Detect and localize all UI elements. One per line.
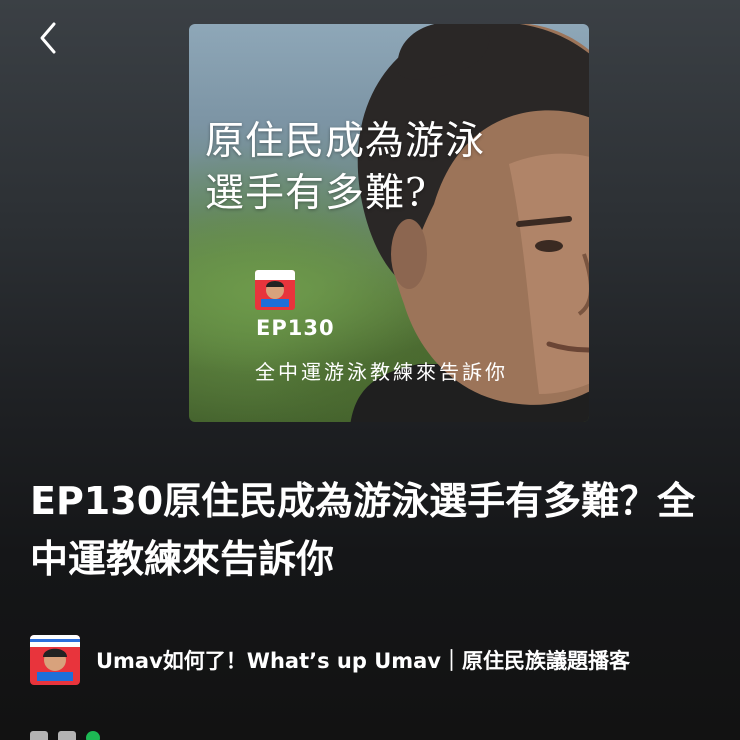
show-avatar xyxy=(30,635,80,685)
meta-icon xyxy=(30,731,48,740)
show-name: Umav如何了！What’s up Umav｜原住民族議題播客 xyxy=(96,649,630,673)
podcast-avatar-icon xyxy=(30,635,80,685)
status-dot-icon xyxy=(86,731,100,740)
podcast-logo-icon xyxy=(255,270,295,310)
chevron-left-icon xyxy=(40,22,56,54)
cover-title-line-2: 選手有多難? xyxy=(205,171,427,216)
cover-title: 原住民成為游泳 選手有多難? xyxy=(205,116,535,220)
episode-title: EP130原住民成為游泳選手有多難？全中運教練來告訴你 xyxy=(30,479,696,581)
cover-podcast-logo xyxy=(255,270,295,310)
cover-episode-code: EP130 xyxy=(256,316,335,340)
episode-cover-art: 原住民成為游泳 選手有多難? EP130 全中運游泳教練來告訴你 xyxy=(189,24,589,422)
episode-meta-row xyxy=(30,728,430,740)
cover-title-line-1: 原住民成為游泳 xyxy=(205,119,486,164)
back-button[interactable] xyxy=(28,18,68,58)
meta-icon xyxy=(58,731,76,740)
cover-subtitle: 全中運游泳教練來告訴你 xyxy=(255,360,508,384)
show-link[interactable]: Umav如何了！What’s up Umav｜原住民族議題播客 xyxy=(30,634,730,686)
